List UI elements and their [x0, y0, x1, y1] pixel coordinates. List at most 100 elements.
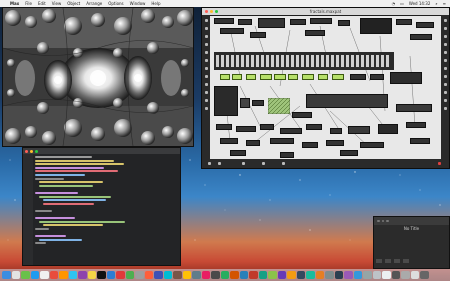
number-box[interactable] [274, 74, 286, 80]
dock-app-icon[interactable] [306, 270, 315, 280]
number-box[interactable] [332, 74, 344, 80]
dock-app-icon[interactable] [268, 270, 277, 280]
patch-object[interactable] [338, 20, 350, 26]
code-area[interactable] [35, 156, 178, 263]
menu-list-icon[interactable]: ≡ [443, 1, 446, 6]
dock-app-icon[interactable] [201, 270, 210, 280]
patch-object[interactable] [416, 22, 434, 28]
multislider[interactable] [214, 52, 394, 70]
number-box[interactable] [318, 74, 328, 80]
patch-object[interactable] [290, 19, 306, 25]
zoom-button[interactable] [386, 219, 389, 223]
patcher-canvas[interactable] [210, 16, 441, 159]
search-icon[interactable] [443, 59, 447, 62]
patch-object[interactable] [410, 138, 430, 144]
dock-app-icon[interactable] [125, 270, 134, 280]
dock-app-icon[interactable] [239, 270, 248, 280]
floating-panel-window[interactable]: No Title [373, 216, 450, 269]
presentation-toggle-icon[interactable] [218, 162, 221, 165]
dock-app-icon[interactable] [249, 270, 258, 280]
dock-app-icon[interactable] [11, 270, 20, 280]
number-box[interactable] [232, 74, 242, 80]
fractal-render-window[interactable] [2, 7, 194, 147]
minimize-button[interactable] [30, 149, 33, 153]
patch-object[interactable] [330, 128, 342, 134]
lcd-panel[interactable] [214, 86, 238, 116]
minimize-button[interactable] [381, 219, 384, 223]
dock-app-icon[interactable] [78, 270, 87, 280]
message-icon[interactable] [204, 59, 208, 62]
patch-object[interactable] [220, 28, 244, 34]
patcher-window[interactable]: fractals.maxpat [201, 7, 450, 169]
number-box[interactable] [220, 74, 230, 80]
number-box[interactable] [302, 74, 314, 80]
patch-display[interactable] [390, 72, 422, 84]
dock-app-icon[interactable] [144, 270, 153, 280]
patch-display[interactable] [306, 94, 388, 108]
help-icon[interactable] [443, 27, 447, 30]
menu-item-options[interactable]: Options [108, 1, 123, 6]
patch-object[interactable] [250, 32, 266, 38]
dock-app-icon[interactable] [296, 270, 305, 280]
patch-object[interactable] [350, 74, 366, 80]
dock-app-icon[interactable] [97, 270, 106, 280]
patch-object[interactable] [292, 112, 312, 118]
dock-app-icon[interactable] [192, 270, 201, 280]
zoom-icon[interactable] [242, 162, 245, 165]
max-console-icon[interactable] [443, 43, 447, 46]
comment-icon[interactable] [204, 51, 208, 54]
dock-app-icon[interactable] [391, 270, 400, 280]
dock-app-icon[interactable] [287, 270, 296, 280]
menu-item-arrange[interactable]: Arrange [86, 1, 102, 6]
dock-app-icon[interactable] [401, 270, 410, 280]
dock-app-icon[interactable] [59, 270, 68, 280]
inspector-icon[interactable] [443, 19, 447, 22]
patch-object[interactable] [252, 100, 264, 106]
close-button[interactable] [377, 219, 380, 223]
hatched-pictslider[interactable] [268, 98, 290, 114]
clock[interactable]: Wed 14:32 [409, 1, 431, 6]
patch-object[interactable] [258, 18, 285, 28]
patch-object[interactable] [214, 18, 234, 24]
layers-icon[interactable] [443, 99, 447, 102]
patch-object[interactable] [220, 138, 238, 144]
wifi-icon[interactable]: ◔ [392, 1, 396, 6]
patch-object[interactable] [360, 142, 384, 148]
patch-object[interactable] [270, 138, 294, 144]
number-box[interactable] [260, 74, 272, 80]
patch-object[interactable] [246, 140, 260, 146]
dock-app-icon[interactable] [106, 270, 115, 280]
dock-app-icon[interactable] [68, 270, 77, 280]
presentation-icon[interactable] [204, 27, 208, 30]
patch-object[interactable] [406, 122, 426, 128]
code-editor-window[interactable] [22, 147, 181, 266]
patch-display[interactable] [378, 124, 398, 134]
patch-object[interactable] [260, 124, 274, 130]
patch-object[interactable] [230, 150, 246, 156]
dock-app-icon[interactable] [372, 270, 381, 280]
patch-display[interactable] [360, 18, 392, 34]
search-icon[interactable]: ⌕ [435, 1, 437, 6]
dock-app-icon[interactable] [163, 270, 172, 280]
patch-object[interactable] [396, 104, 432, 112]
dial-icon[interactable] [204, 99, 208, 102]
dock-app-icon[interactable] [220, 270, 229, 280]
color-icon[interactable] [443, 75, 447, 78]
audio-on-icon[interactable] [438, 162, 441, 165]
patch-object[interactable] [396, 19, 412, 25]
dock-app-icon[interactable] [344, 270, 353, 280]
dock-app-icon[interactable] [21, 270, 30, 280]
dock-app-icon[interactable] [173, 270, 182, 280]
dock-app-icon[interactable] [211, 270, 220, 280]
menu-item-file[interactable]: File [25, 1, 32, 6]
menu-item-object[interactable]: Object [67, 1, 80, 6]
dock-app-icon[interactable] [30, 270, 39, 280]
number-icon[interactable] [204, 67, 208, 70]
patch-object[interactable] [236, 126, 256, 132]
dock-app-icon[interactable] [154, 270, 163, 280]
menu-item-help[interactable]: Help [151, 1, 160, 6]
menu-item-window[interactable]: Window [130, 1, 146, 6]
close-button[interactable] [25, 149, 28, 153]
dock-app-icon[interactable] [87, 270, 96, 280]
slider-icon[interactable] [204, 91, 208, 94]
